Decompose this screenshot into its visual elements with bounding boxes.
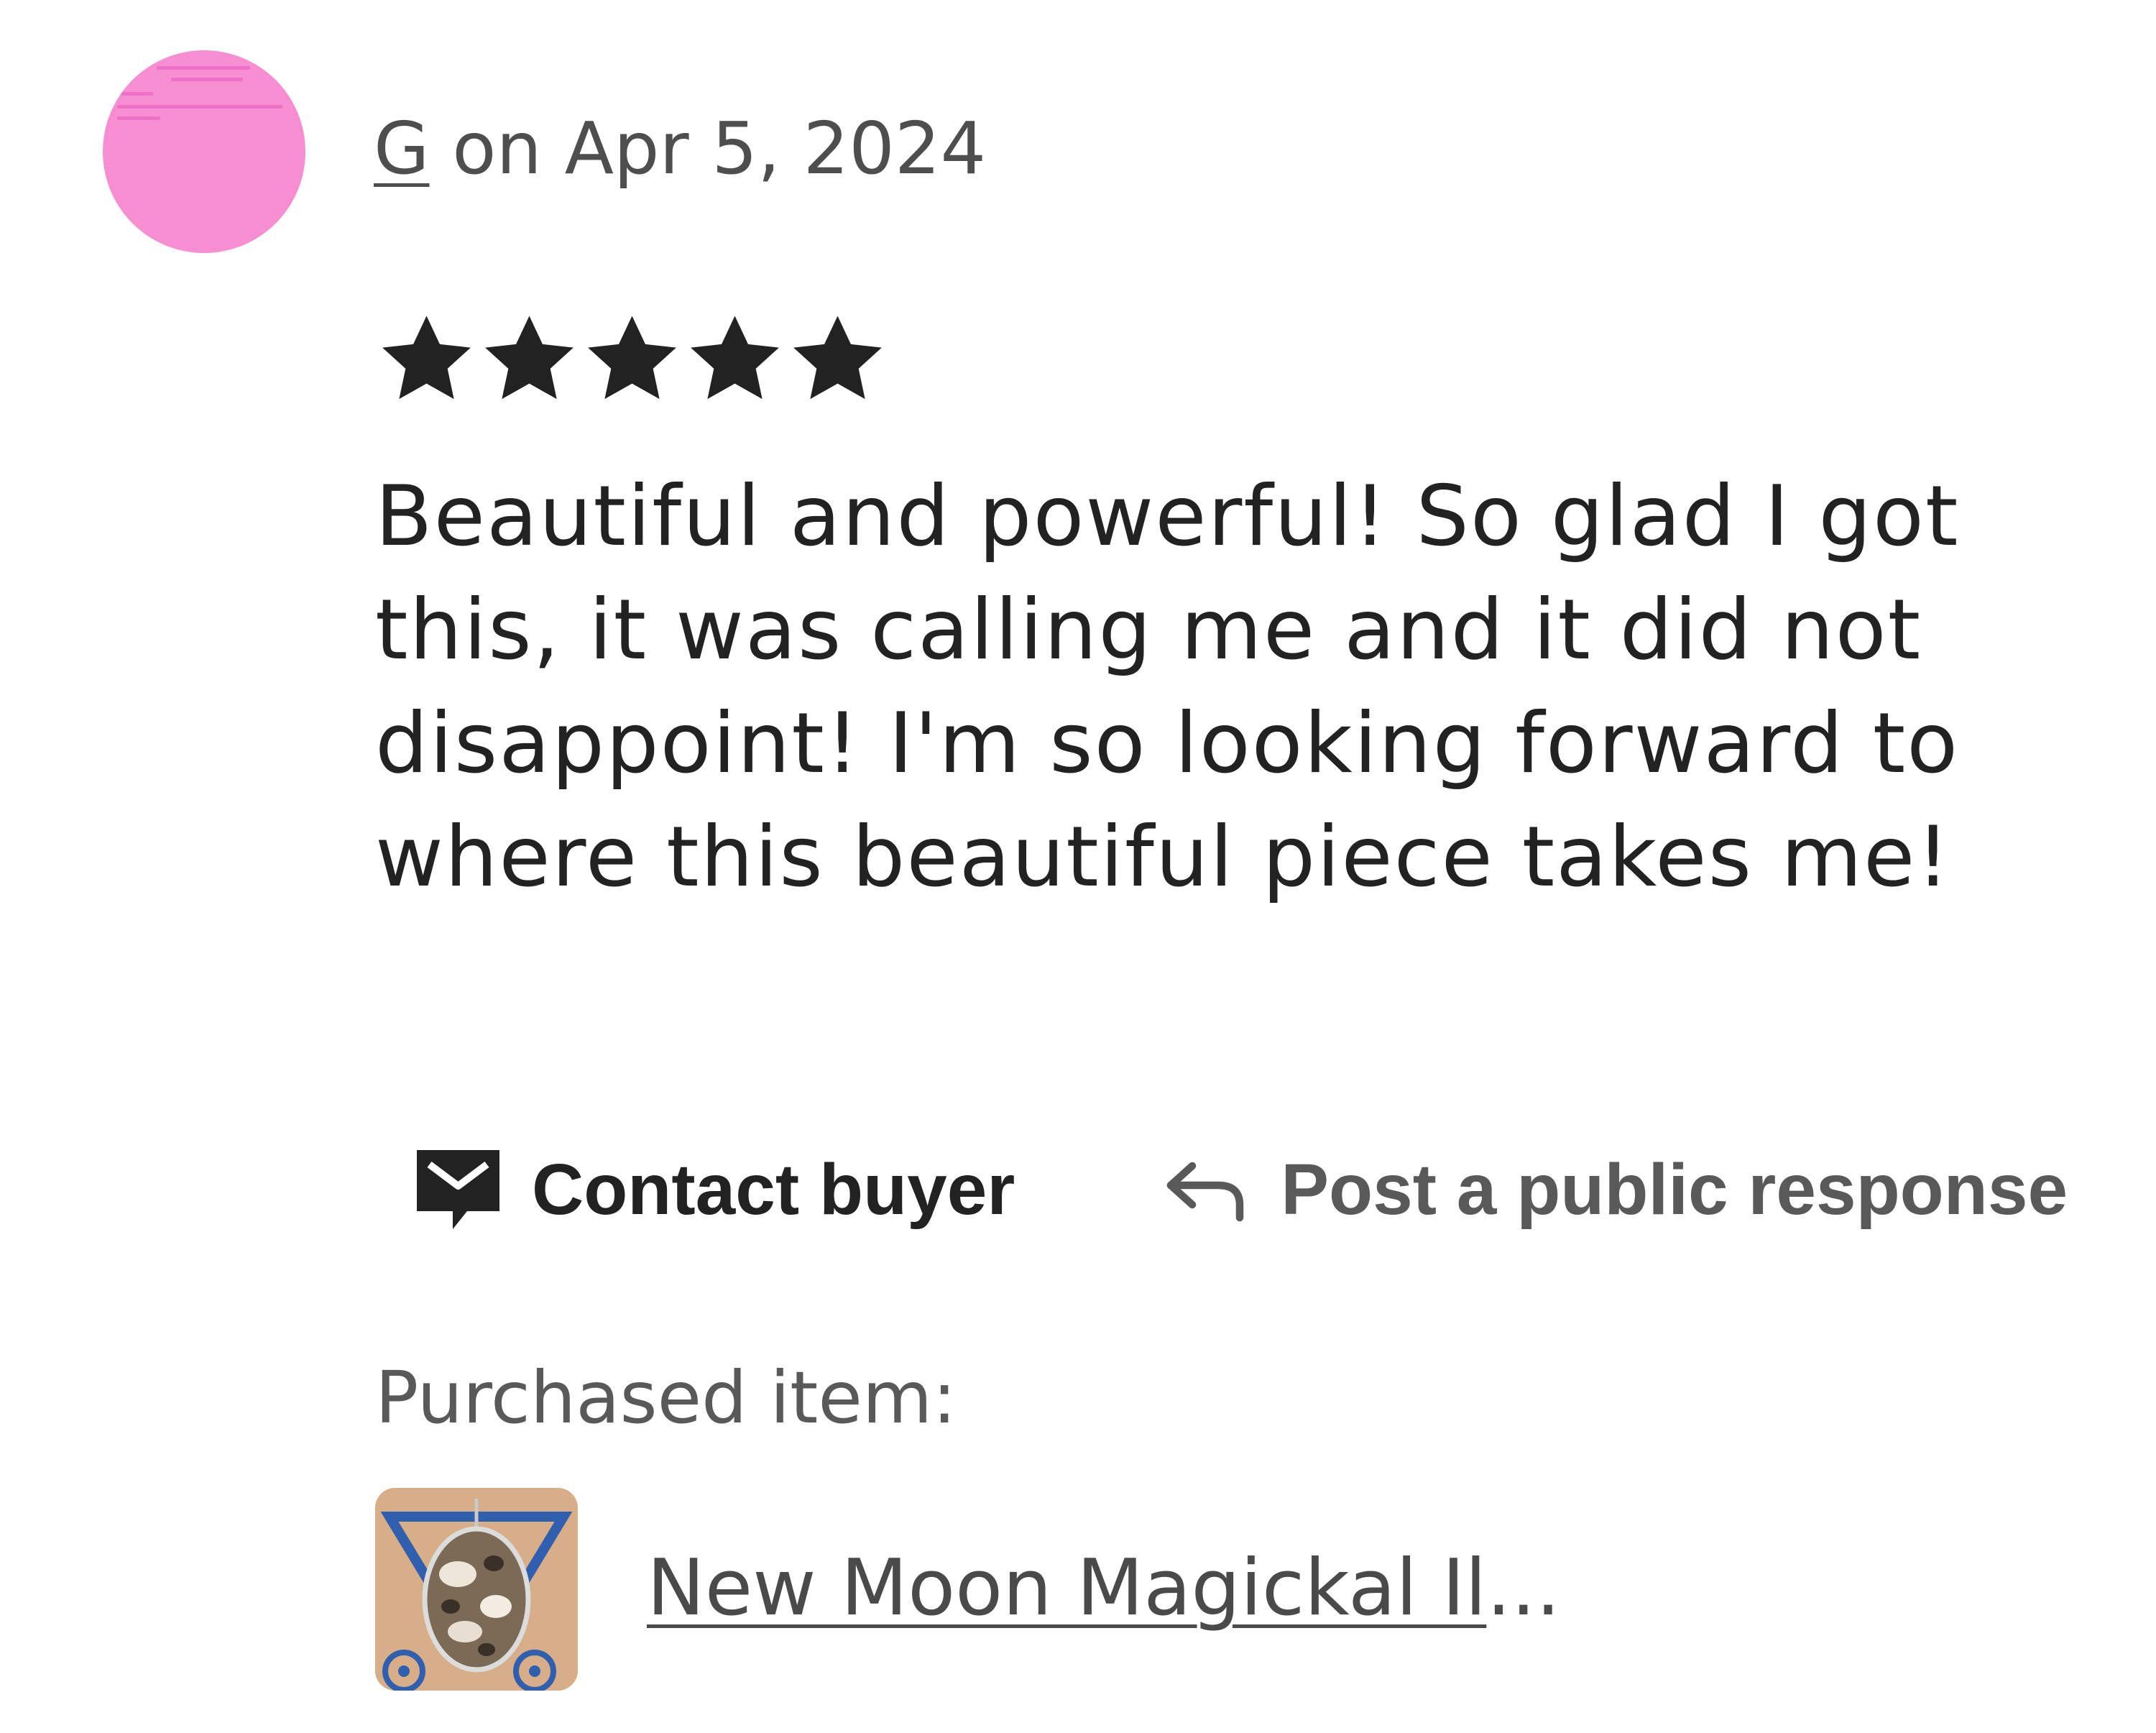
reply-arrow-icon: [1167, 1162, 1244, 1222]
star-icon: [691, 316, 779, 400]
purchased-item-title: New Moon Magickal Il: [647, 1543, 1487, 1633]
review-actions: Contact buyer Post a public response: [413, 1136, 2068, 1244]
purchased-item-thumbnail[interactable]: [375, 1488, 578, 1691]
contact-buyer-label: Contact buyer: [532, 1149, 1015, 1230]
star-icon: [793, 316, 882, 400]
post-public-response-button[interactable]: Post a public response: [1162, 1149, 2068, 1231]
star-icon: [485, 316, 573, 400]
review-text: Beautiful and powerful! So glad I got th…: [375, 468, 1960, 906]
review-date: on Apr 5, 2024: [429, 106, 987, 190]
post-public-response-label: Post a public response: [1281, 1149, 2068, 1230]
message-icon: [417, 1150, 499, 1229]
reviewer-name-link[interactable]: G: [374, 106, 430, 190]
star-rating: [375, 309, 889, 413]
purchased-item-ellipsis: ...: [1486, 1543, 1561, 1633]
reviewer-avatar[interactable]: [103, 50, 305, 253]
pendant-image: [375, 1488, 578, 1691]
purchased-item-label: Purchased item:: [375, 1356, 957, 1440]
star-icon: [382, 316, 471, 400]
contact-buyer-button[interactable]: Contact buyer: [413, 1146, 1015, 1233]
star-icon: [588, 316, 676, 400]
review-meta: G on Apr 5, 2024: [374, 102, 986, 196]
purchased-item-link[interactable]: New Moon Magickal Il...: [647, 1538, 1560, 1639]
